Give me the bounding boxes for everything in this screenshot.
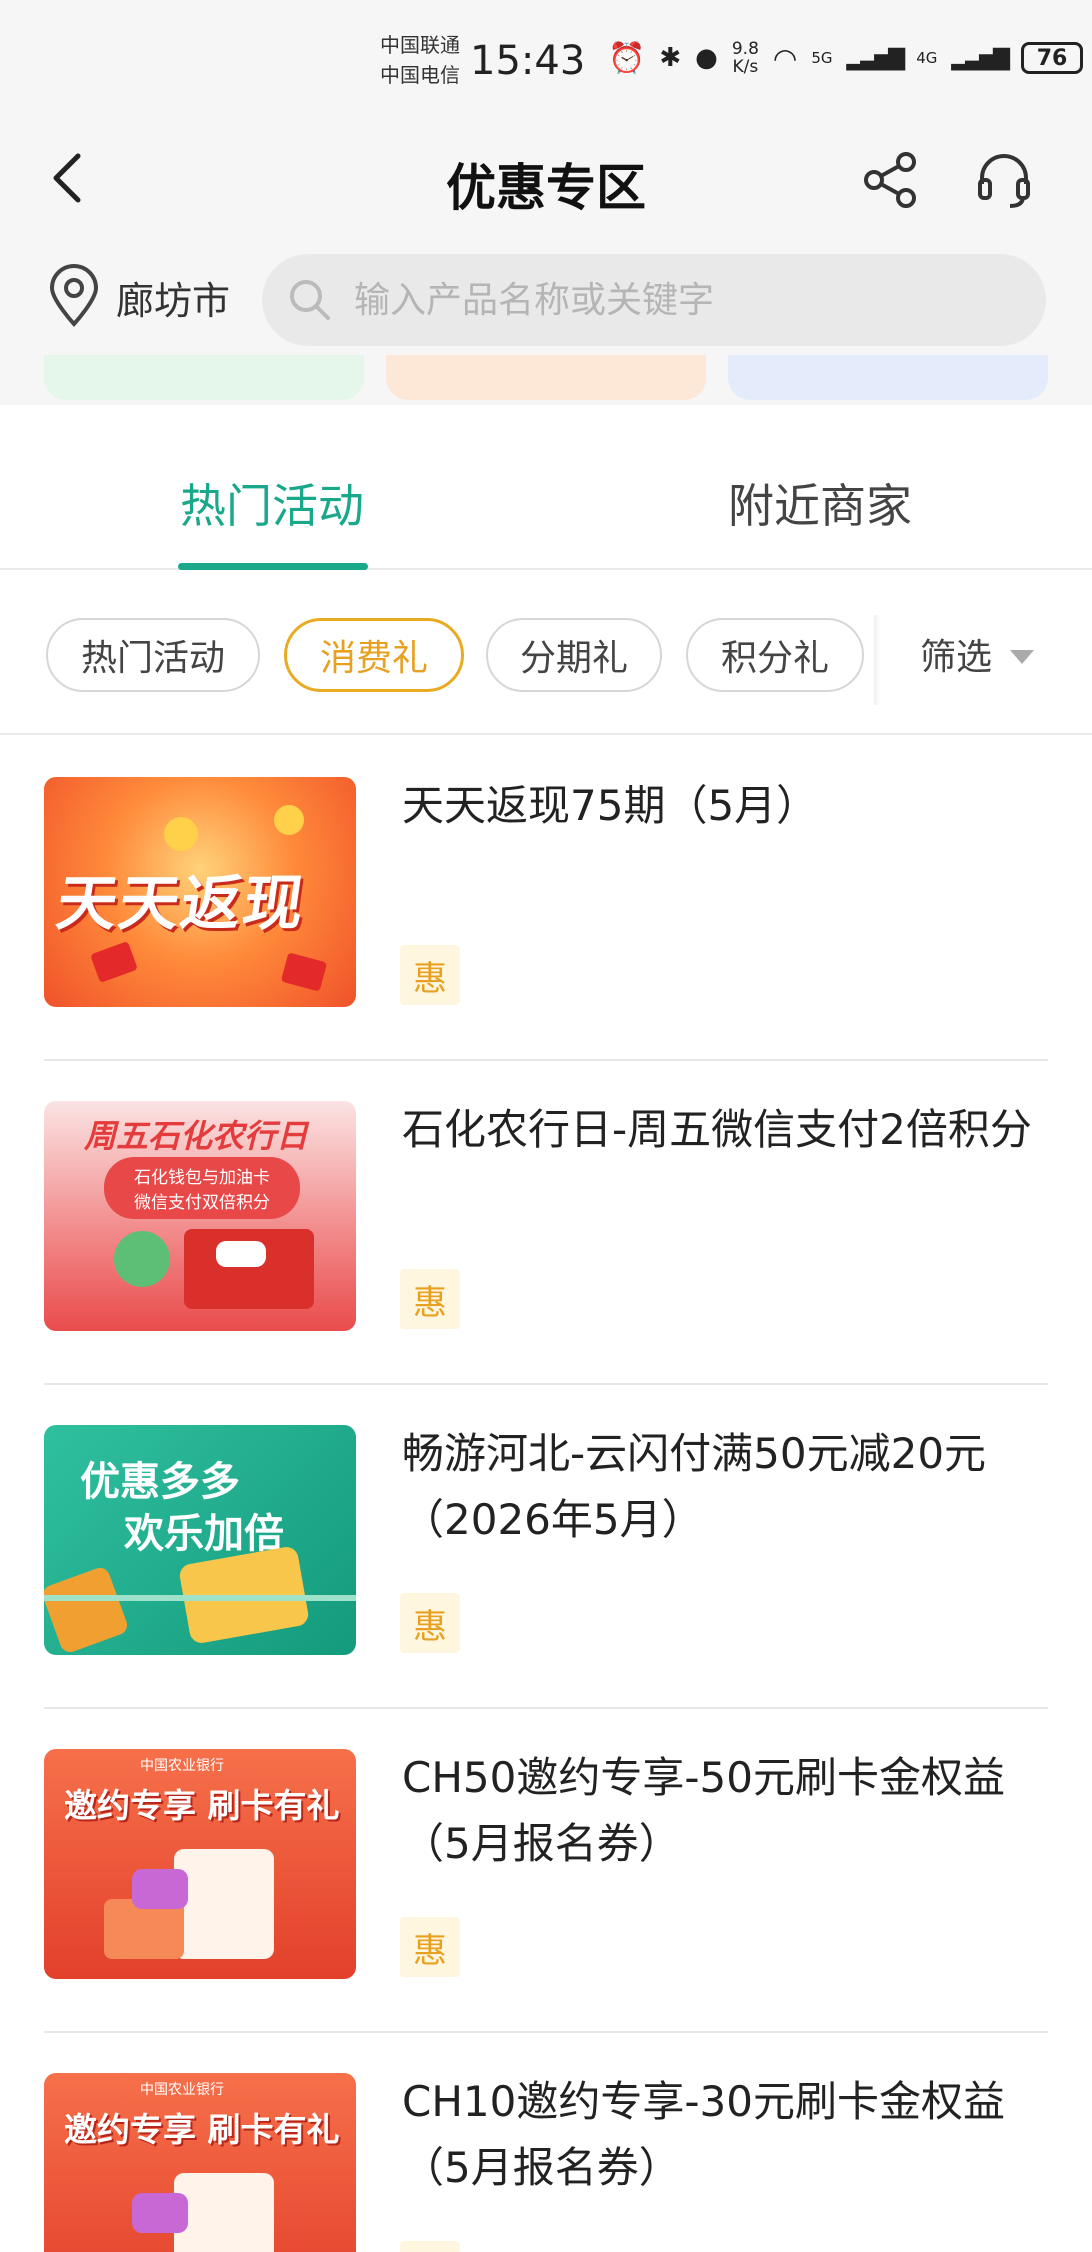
active-tab-indicator xyxy=(178,563,368,570)
network-speed: 9.8 K/s xyxy=(731,39,759,77)
share-icon[interactable] xyxy=(858,148,922,212)
bank-logo-label: 中国农业银行 xyxy=(140,2082,224,2098)
filter-divider xyxy=(874,615,880,705)
offer-title: CH10邀约专享-30元刷卡金权益（5月报名券） xyxy=(402,2077,1005,2192)
chip-installment-gift[interactable]: 分期礼 xyxy=(486,618,662,692)
list-item[interactable]: 中国农业银行 邀约专享 刷卡有礼 CH10邀约专享-30元刷卡金权益（5月报名券… xyxy=(0,2033,1092,2252)
offer-title: 天天返现75期（5月） xyxy=(402,781,819,830)
thumbnail-text: 天天返现 xyxy=(52,869,311,939)
megaphone-icon xyxy=(44,1565,130,1655)
app-header: 优惠专区 xyxy=(0,120,1092,240)
offer-title: 石化农行日-周五微信支付2倍积分 xyxy=(402,1105,1032,1154)
car-icon xyxy=(216,1241,266,1267)
list-item[interactable]: 天天返现 天天返现75期（5月） 惠 xyxy=(0,737,1092,1061)
clock: 15:43 xyxy=(470,38,586,84)
carrier-labels: 中国联通 中国电信 xyxy=(380,30,460,90)
bank-logo-label: 中国农业银行 xyxy=(140,1758,224,1774)
search-input[interactable] xyxy=(354,254,1014,346)
banner-card[interactable] xyxy=(728,355,1048,400)
carrier-1: 中国联通 xyxy=(380,33,460,57)
offer-list: 天天返现 天天返现75期（5月） 惠 周五石化农行日 石化钱包与加油卡 微信支付… xyxy=(0,737,1092,2252)
thumbnail-text: 邀约专享 刷卡有礼 xyxy=(64,2110,340,2149)
city-selector[interactable]: 廊坊市 xyxy=(116,270,230,325)
chip-consumption-gift[interactable]: 消费礼 xyxy=(284,618,464,692)
benefit-tag: 惠 xyxy=(400,945,460,1005)
bluetooth-icon: ✱ xyxy=(659,43,682,73)
carrier-2: 中国电信 xyxy=(380,63,460,87)
customer-service-icon[interactable] xyxy=(972,148,1036,212)
offer-thumbnail: 优惠多多 欢乐加倍 xyxy=(44,1425,356,1655)
list-item[interactable]: 中国农业银行 邀约专享 刷卡有礼 CH50邀约专享-50元刷卡金权益（5月报名券… xyxy=(0,1709,1092,2033)
banner-card[interactable] xyxy=(44,355,364,400)
gift-icon xyxy=(132,2193,188,2233)
page-title: 优惠专区 xyxy=(446,159,646,217)
offer-thumbnail: 天天返现 xyxy=(44,777,356,1007)
benefit-tag: 惠 xyxy=(400,1593,460,1653)
offer-thumbnail: 周五石化农行日 石化钱包与加油卡 微信支付双倍积分 xyxy=(44,1101,356,1331)
stripe xyxy=(44,1595,356,1601)
tab-nearby-merchants[interactable]: 附近商家 xyxy=(728,470,912,536)
offer-title: 畅游河北-云闪付满50元减20元（2026年5月） xyxy=(402,1429,987,1544)
offer-title: CH50邀约专享-50元刷卡金权益（5月报名券） xyxy=(402,1753,1005,1868)
signal-5g-icon: ▂▃▅▇ xyxy=(846,45,906,71)
alarm-icon: ⏰ xyxy=(608,40,646,76)
red-envelope-icon xyxy=(280,952,328,992)
chip-points-gift[interactable]: 积分礼 xyxy=(686,618,864,692)
location-pin-icon: ● xyxy=(695,43,718,73)
frog-mascot-icon xyxy=(114,1231,170,1287)
status-bar: 中国联通 中国电信 15:43 ⏰ ✱ ● 9.8 K/s ◠ 5G ▂▃▅▇ … xyxy=(0,0,1092,120)
location-icon[interactable] xyxy=(44,264,104,328)
coin-icon xyxy=(274,805,304,835)
gift-icon xyxy=(132,1869,188,1909)
tab-hot-activities[interactable]: 热门活动 xyxy=(180,470,364,536)
chevron-down-icon xyxy=(1010,650,1035,664)
filter-label: 筛选 xyxy=(920,637,993,678)
thumbnail-badge: 石化钱包与加油卡 微信支付双倍积分 xyxy=(104,1157,300,1219)
main-tabs: 热门活动 附近商家 xyxy=(0,405,1092,570)
search-icon xyxy=(290,280,330,320)
red-envelope-icon xyxy=(90,941,138,983)
coin-icon xyxy=(164,817,198,851)
thumbnail-text-2: 欢乐加倍 xyxy=(124,1511,284,1557)
location-search-bar: 廊坊市 xyxy=(0,240,1092,355)
filter-button[interactable]: 筛选 xyxy=(920,628,1035,680)
benefit-tag: 惠 xyxy=(400,1917,460,1977)
banner-card[interactable] xyxy=(386,355,706,400)
phone-icon xyxy=(174,1849,274,1959)
filter-chips: 热门活动 消费礼 分期礼 积分礼 筛选 xyxy=(0,570,1092,735)
offer-thumbnail: 中国农业银行 邀约专享 刷卡有礼 xyxy=(44,2073,356,2252)
wifi-icon: ◠ xyxy=(772,41,798,75)
battery-icon: 76 xyxy=(1021,42,1084,74)
phone-icon xyxy=(174,2173,274,2252)
network-5g-label: 5G xyxy=(811,49,833,67)
search-box[interactable] xyxy=(262,254,1046,346)
list-item[interactable]: 优惠多多 欢乐加倍 畅游河北-云闪付满50元减20元（2026年5月） 惠 xyxy=(0,1385,1092,1709)
thumbnail-text: 邀约专享 刷卡有礼 xyxy=(64,1786,340,1825)
status-icons: ⏰ ✱ ● 9.8 K/s ◠ 5G ▂▃▅▇ 4G ▂▃▅▇ 76 xyxy=(608,39,1084,77)
thumbnail-text-1: 优惠多多 xyxy=(80,1459,240,1505)
signal-4g-icon: ▂▃▅▇ xyxy=(951,45,1010,71)
list-item[interactable]: 周五石化农行日 石化钱包与加油卡 微信支付双倍积分 石化农行日-周五微信支付2倍… xyxy=(0,1061,1092,1385)
benefit-tag: 惠 xyxy=(400,2241,460,2252)
thumbnail-title: 周五石化农行日 xyxy=(84,1117,309,1155)
network-4g-label: 4G xyxy=(916,49,938,67)
offer-thumbnail: 中国农业银行 邀约专享 刷卡有礼 xyxy=(44,1749,356,1979)
chip-hot-activities[interactable]: 热门活动 xyxy=(46,618,260,692)
banner-strip xyxy=(0,355,1092,405)
benefit-tag: 惠 xyxy=(400,1269,460,1329)
